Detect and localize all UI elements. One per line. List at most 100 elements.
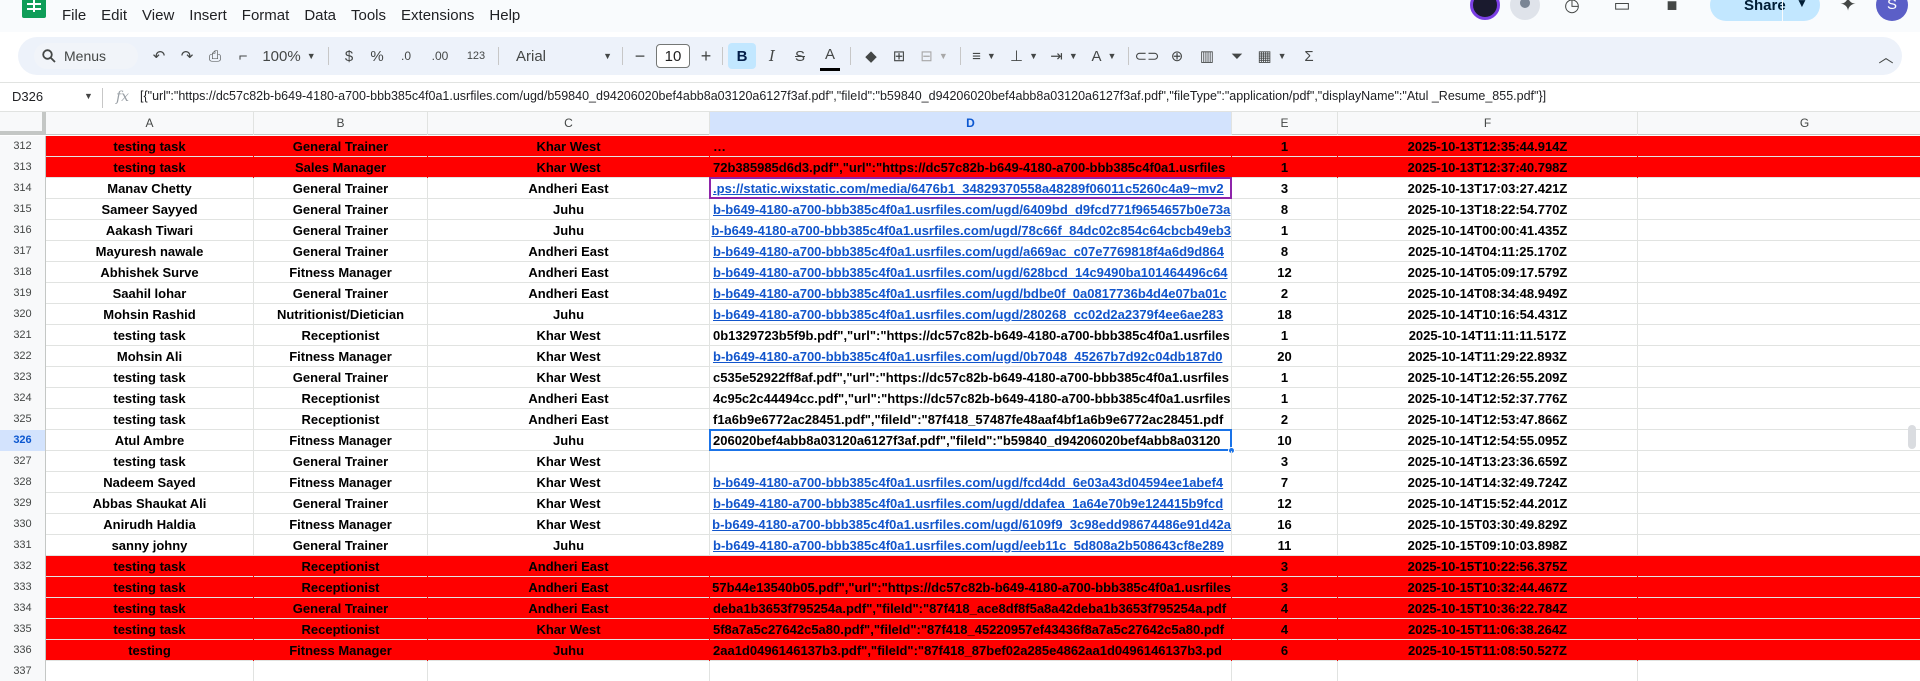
bold-button[interactable]: B <box>728 43 756 69</box>
cell-c[interactable]: Andheri East <box>428 556 710 577</box>
cell-a[interactable]: testing task <box>46 556 254 577</box>
cell-g[interactable] <box>1638 178 1920 199</box>
filter-icon[interactable]: ⏷ <box>1226 37 1248 75</box>
cell-e[interactable]: 3 <box>1232 178 1338 199</box>
cell-b[interactable]: General Trainer <box>254 598 428 619</box>
cell-d[interactable]: b-b649-4180-a700-bbb385c4f0a1.usrfiles.c… <box>710 535 1232 556</box>
cell-a[interactable]: sanny johny <box>46 535 254 556</box>
cell-c[interactable]: Andheri East <box>428 283 710 304</box>
menu-edit[interactable]: Edit <box>101 7 127 24</box>
cell-e[interactable]: 3 <box>1232 577 1338 598</box>
paint-format-icon[interactable]: ⌐ <box>232 37 254 75</box>
cell-g[interactable] <box>1638 493 1920 514</box>
cell-e[interactable]: 1 <box>1232 157 1338 178</box>
cell-f[interactable]: 2025-10-14T12:53:47.866Z <box>1338 409 1638 430</box>
row-header[interactable]: 330 <box>0 514 46 535</box>
cell-d[interactable]: b-b649-4180-a700-bbb385c4f0a1.usrfiles.c… <box>710 304 1232 325</box>
cell-b[interactable]: Fitness Manager <box>254 514 428 535</box>
cell-b[interactable]: Receptionist <box>254 556 428 577</box>
cell-c[interactable]: Juhu <box>428 430 710 451</box>
cell-d[interactable]: deba1b3653f795254a.pdf","fileId":"87f418… <box>710 598 1232 619</box>
chevron-down-icon[interactable]: ▼ <box>84 91 93 101</box>
fill-color-icon[interactable]: ◆ <box>860 37 882 75</box>
row-header[interactable]: 319 <box>0 283 46 304</box>
cell-f[interactable]: 2025-10-14T00:00:41.435Z <box>1338 220 1638 241</box>
cell-d[interactable]: 2aa1d0496146137b3.pdf","fileId":"87f418_… <box>710 640 1232 661</box>
cell-b[interactable]: General Trainer <box>254 493 428 514</box>
cell-b[interactable]: Receptionist <box>254 619 428 640</box>
cell-b[interactable]: Fitness Manager <box>254 430 428 451</box>
row-header[interactable]: 324 <box>0 388 46 409</box>
cell-g[interactable] <box>1638 367 1920 388</box>
row-header[interactable]: 337 <box>0 661 46 681</box>
insert-link-icon[interactable]: ⊂⊃ <box>1134 37 1159 75</box>
cell-d[interactable]: 4c95c2c44494cc.pdf","url":"https://dc57c… <box>710 388 1232 409</box>
row-header[interactable]: 334 <box>0 598 46 619</box>
cell-b[interactable]: General Trainer <box>254 178 428 199</box>
cell-f[interactable]: 2025-10-15T10:32:44.467Z <box>1338 577 1638 598</box>
cell-a[interactable]: testing task <box>46 157 254 178</box>
cell-g[interactable] <box>1638 220 1920 241</box>
cell-f[interactable]: 2025-10-14T15:52:44.201Z <box>1338 493 1638 514</box>
cell-e[interactable]: 3 <box>1232 556 1338 577</box>
cell-c[interactable] <box>428 661 710 681</box>
menu-help[interactable]: Help <box>489 7 520 24</box>
select-all-corner[interactable] <box>0 112 46 135</box>
cell-c[interactable]: Andheri East <box>428 598 710 619</box>
cell-g[interactable] <box>1638 451 1920 472</box>
cell-c[interactable]: Juhu <box>428 640 710 661</box>
cell-f[interactable]: 2025-10-13T18:22:54.770Z <box>1338 199 1638 220</box>
cell-g[interactable] <box>1638 472 1920 493</box>
row-header[interactable]: 313 <box>0 157 46 178</box>
cell-a[interactable]: Atul Ambre <box>46 430 254 451</box>
anonymous-user-avatar[interactable] <box>1510 0 1540 20</box>
column-header-e[interactable]: E <box>1232 112 1338 135</box>
cell-g[interactable] <box>1638 556 1920 577</box>
gemini-icon[interactable]: ✦ <box>1836 0 1860 17</box>
cell-b[interactable]: General Trainer <box>254 199 428 220</box>
cell-e[interactable]: 1 <box>1232 220 1338 241</box>
cell-c[interactable]: Andheri East <box>428 262 710 283</box>
cell-g[interactable] <box>1638 346 1920 367</box>
cell-d[interactable]: 57b44e13540b05.pdf","url":"https://dc57c… <box>710 577 1232 598</box>
meet-icon[interactable]: ■ <box>1660 0 1684 15</box>
cell-b[interactable] <box>254 661 428 681</box>
search-menus-button[interactable]: Menus <box>34 43 138 69</box>
font-select[interactable]: Arial ▼ <box>516 37 612 75</box>
undo-icon[interactable]: ↶ <box>148 37 170 75</box>
row-header[interactable]: 322 <box>0 346 46 367</box>
cell-a[interactable]: testing task <box>46 409 254 430</box>
row-header[interactable]: 332 <box>0 556 46 577</box>
cell-a[interactable]: Mohsin Ali <box>46 346 254 367</box>
column-header-f[interactable]: F <box>1338 112 1638 135</box>
cell-e[interactable]: 1 <box>1232 367 1338 388</box>
cell-g[interactable] <box>1638 661 1920 681</box>
cell-f[interactable]: 2025-10-15T10:22:56.375Z <box>1338 556 1638 577</box>
cell-d[interactable]: b-b649-4180-a700-bbb385c4f0a1.usrfiles.c… <box>710 199 1232 220</box>
cell-f[interactable]: 2025-10-14T13:23:36.659Z <box>1338 451 1638 472</box>
currency-format-button[interactable]: $ <box>340 37 358 75</box>
cell-f[interactable]: 2025-10-14T14:32:49.724Z <box>1338 472 1638 493</box>
comment-icon[interactable]: ▭ <box>1610 0 1634 15</box>
cell-a[interactable]: testing task <box>46 367 254 388</box>
cell-b[interactable]: Fitness Manager <box>254 472 428 493</box>
row-header[interactable]: 317 <box>0 241 46 262</box>
row-header[interactable]: 320 <box>0 304 46 325</box>
cell-b[interactable]: Nutritionist/Dietician <box>254 304 428 325</box>
cell-c[interactable]: Khar West <box>428 346 710 367</box>
collaborator-avatar[interactable] <box>1470 0 1500 20</box>
cell-a[interactable]: testing task <box>46 451 254 472</box>
cell-g[interactable] <box>1638 283 1920 304</box>
cell-d[interactable]: 206020bef4abb8a03120a6127f3af.pdf","file… <box>710 430 1232 451</box>
cell-b[interactable]: Fitness Manager <box>254 640 428 661</box>
cell-d[interactable]: b-b649-4180-a700-bbb385c4f0a1.usrfiles.c… <box>710 283 1232 304</box>
cell-e[interactable]: 12 <box>1232 493 1338 514</box>
row-header[interactable]: 323 <box>0 367 46 388</box>
cell-g[interactable] <box>1638 325 1920 346</box>
text-wrapping-icon[interactable]: ⇥ ▼ <box>1048 37 1080 75</box>
cell-a[interactable]: Sameer Sayyed <box>46 199 254 220</box>
cell-c[interactable]: Khar West <box>428 493 710 514</box>
cell-e[interactable]: 10 <box>1232 430 1338 451</box>
row-header[interactable]: 318 <box>0 262 46 283</box>
number-format-button[interactable]: 123 <box>462 37 490 75</box>
